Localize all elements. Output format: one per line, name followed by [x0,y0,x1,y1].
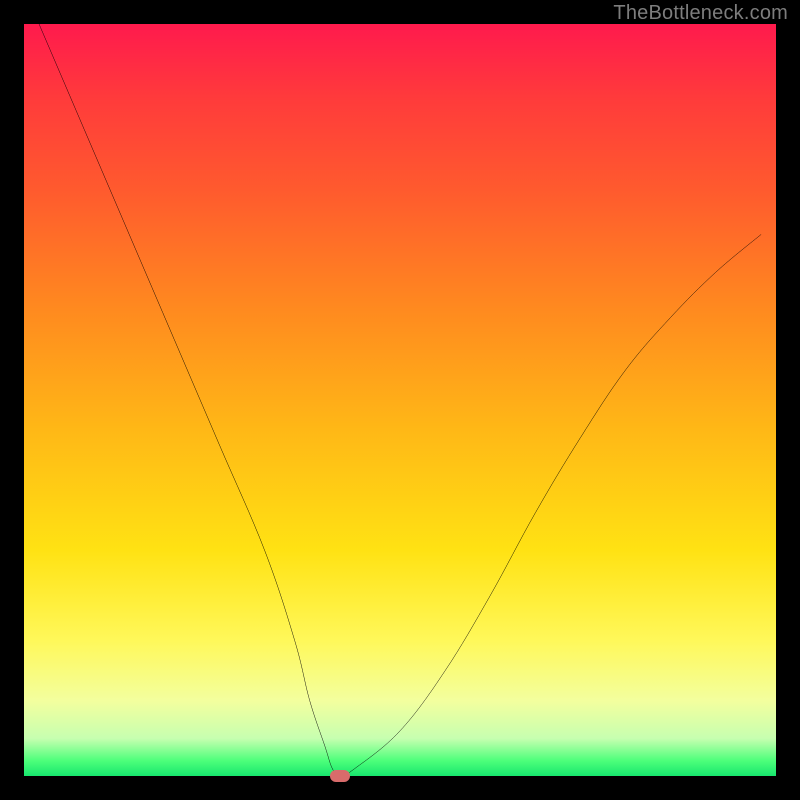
watermark-label: TheBottleneck.com [613,2,788,25]
chart-frame: TheBottleneck.com [0,0,800,800]
optimum-marker [330,770,350,782]
curve-svg [24,24,776,776]
plot-area [24,24,776,776]
curve-path [39,24,761,776]
